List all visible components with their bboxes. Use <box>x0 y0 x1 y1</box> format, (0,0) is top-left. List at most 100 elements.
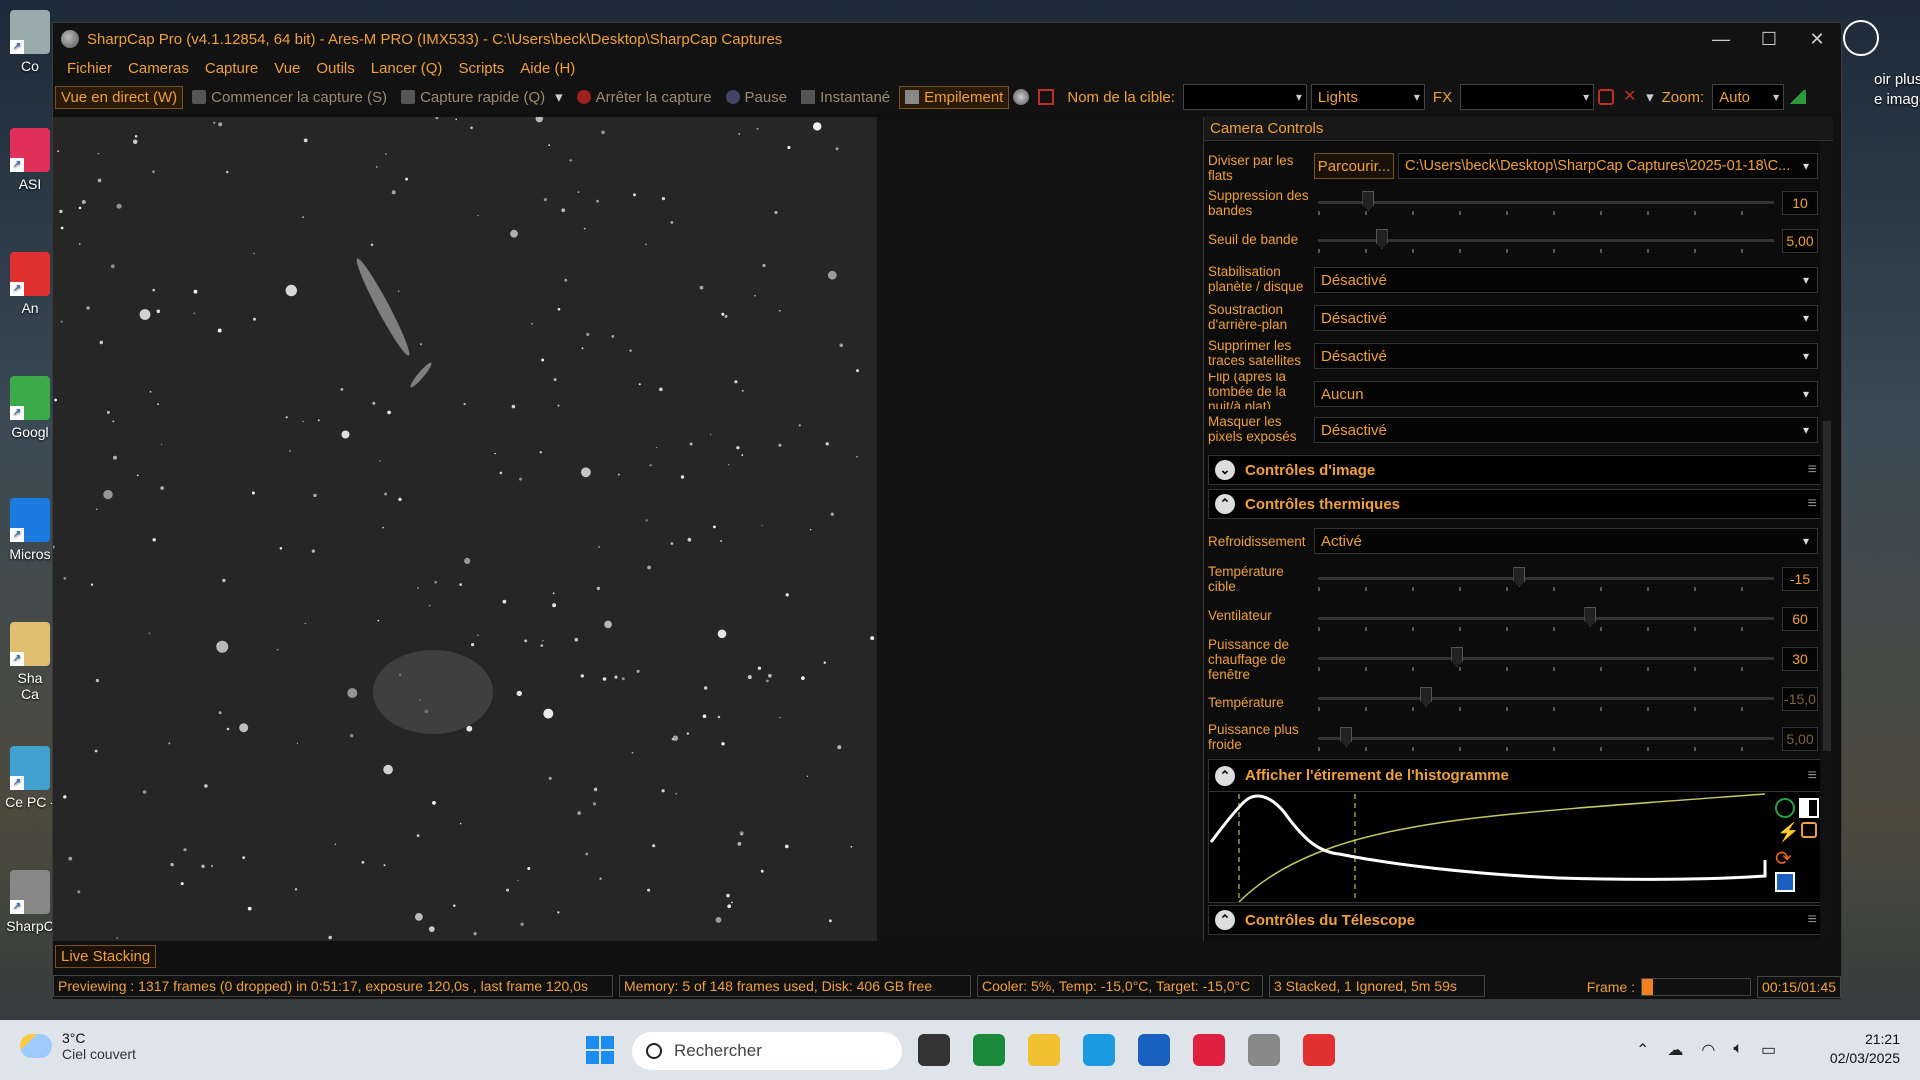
telescope-controls-section[interactable]: ⌃ Contrôles du Télescope ≡ <box>1208 905 1826 935</box>
slider-thumb[interactable] <box>1362 191 1375 211</box>
menu-scripts[interactable]: Scripts <box>458 60 504 77</box>
histogram-mini-icon[interactable] <box>1788 90 1807 104</box>
title-bar[interactable]: SharpCap Pro (v4.1.12854, 64 bit) - Ares… <box>53 23 1841 55</box>
save-icon[interactable] <box>1775 872 1795 892</box>
thermal-controls-section[interactable]: ⌃ Contrôles thermiques ≡ <box>1208 489 1826 519</box>
hot-pixels-combo[interactable]: Désactivé <box>1314 417 1818 443</box>
snapshot-button[interactable]: Instantané <box>796 87 895 108</box>
chevron-up-icon[interactable]: ⌃ <box>1215 494 1235 514</box>
chevron-down-icon[interactable]: ⌄ <box>1215 460 1235 480</box>
power-icon[interactable] <box>1775 798 1795 818</box>
hamburger-icon[interactable]: ≡ <box>1808 495 1817 513</box>
stop-capture-button[interactable]: Arrêter la capture <box>572 87 717 108</box>
speaker-icon[interactable]: 🔈︎ <box>1733 1040 1743 1060</box>
battery-icon[interactable]: ▭ <box>1761 1040 1776 1060</box>
slider-thumb[interactable] <box>1584 607 1597 627</box>
flats-path-combo[interactable]: C:\Users\beck\Desktop\SharpCap Captures\… <box>1398 153 1818 179</box>
band-suppression-slider[interactable] <box>1318 191 1774 217</box>
app-red-icon[interactable] <box>1193 1034 1225 1066</box>
band-threshold-value[interactable]: 5,00 <box>1782 229 1818 253</box>
slider-thumb[interactable] <box>1451 647 1464 667</box>
stacking-button[interactable]: Empilement <box>899 85 1010 109</box>
menu-lancer[interactable]: Lancer (Q) <box>371 60 443 77</box>
live-stacking-button[interactable]: Live Stacking <box>55 945 157 968</box>
background-subtraction-combo[interactable]: Désactivé <box>1314 305 1818 331</box>
panel-scrollbar[interactable] <box>1820 141 1834 941</box>
live-view-button[interactable]: Vue en direct (W) <box>55 85 184 109</box>
app-green-icon[interactable] <box>973 1034 1005 1066</box>
hamburger-icon[interactable]: ≡ <box>1808 461 1817 479</box>
histogram-plot[interactable] <box>1209 792 1769 903</box>
weather-widget[interactable]: 3°C Ciel couvert <box>20 1030 136 1062</box>
desktop-shortcut[interactable]: ↗ Ce PC - <box>0 746 60 810</box>
desktop-shortcut[interactable]: ↗ Sha Ca <box>0 622 60 702</box>
windows-start-icon[interactable] <box>586 1036 614 1064</box>
start-capture-button[interactable]: Commencer la capture (S) <box>187 87 392 108</box>
zoom-combo[interactable]: Auto <box>1712 84 1785 110</box>
fan-slider[interactable] <box>1318 607 1774 633</box>
pause-button[interactable]: Pause <box>721 87 793 108</box>
slider-thumb[interactable] <box>1513 567 1526 587</box>
app-red2-icon[interactable] <box>1303 1034 1335 1066</box>
desktop-shortcut[interactable]: ↗ ASI <box>0 128 60 192</box>
band-threshold-slider[interactable] <box>1318 229 1774 255</box>
chevron-down-icon[interactable]: ▾ <box>555 88 563 106</box>
stabilization-combo[interactable]: Désactivé <box>1314 267 1818 293</box>
heater-value[interactable]: 30 <box>1782 647 1818 671</box>
store-icon[interactable] <box>1138 1034 1170 1066</box>
task-view-icon[interactable] <box>918 1034 950 1066</box>
frame-type-combo[interactable]: Lights <box>1310 84 1425 110</box>
cooling-combo[interactable]: Activé <box>1314 528 1818 554</box>
crosshair-icon[interactable]: ✕ <box>1623 89 1637 105</box>
histogram-display[interactable]: ⚡ ⟳ <box>1208 791 1826 903</box>
hamburger-icon[interactable]: ≡ <box>1808 911 1817 929</box>
lock-icon[interactable] <box>1801 822 1817 838</box>
camera-image-view[interactable] <box>53 117 877 941</box>
desktop-shortcut[interactable]: ↗ Co <box>0 10 60 74</box>
chevron-up-icon[interactable]: ⌃ <box>1215 910 1235 930</box>
contrast-icon[interactable] <box>1799 798 1819 818</box>
target-name-combo[interactable] <box>1182 84 1307 110</box>
menu-capture[interactable]: Capture <box>205 60 258 77</box>
record-icon[interactable] <box>1038 89 1055 105</box>
sharpcap-icon[interactable] <box>1248 1034 1280 1066</box>
menu-aide[interactable]: Aide (H) <box>520 60 575 77</box>
desktop-shortcut[interactable]: ↗ An <box>0 252 60 316</box>
chevron-down-icon[interactable]: ▾ <box>1646 88 1654 106</box>
onedrive-icon[interactable]: ☁ <box>1667 1040 1683 1060</box>
maximize-button[interactable]: ☐ <box>1745 29 1793 50</box>
lightning-icon[interactable]: ⚡ <box>1777 822 1799 843</box>
fx-combo[interactable] <box>1460 84 1595 110</box>
menu-vue[interactable]: Vue <box>274 60 300 77</box>
desktop-shortcut[interactable]: ↗ Googl <box>0 376 60 440</box>
image-controls-section[interactable]: ⌄ Contrôles d'image ≡ <box>1208 455 1826 485</box>
slider-thumb[interactable] <box>1375 229 1388 249</box>
hamburger-icon[interactable]: ≡ <box>1808 767 1817 785</box>
chevron-up-icon[interactable]: ⌃ <box>1215 765 1235 786</box>
flip-combo[interactable]: Aucun <box>1314 381 1818 407</box>
clock[interactable]: 21:21 02/03/2025 <box>1830 1030 1900 1068</box>
menu-fichier[interactable]: Fichier <box>67 60 112 77</box>
chevron-up-icon[interactable]: ⌃ <box>1636 1040 1649 1060</box>
desktop-shortcut[interactable]: ↗ Micros <box>0 498 60 562</box>
fan-value[interactable]: 60 <box>1782 607 1818 631</box>
quick-capture-button[interactable]: Capture rapide (Q) ▾ <box>396 86 568 108</box>
desktop-spotlight-text[interactable]: oir plus sur e image <box>1874 70 1920 110</box>
minimize-button[interactable]: — <box>1697 29 1745 50</box>
taskbar-search[interactable]: Rechercher <box>632 1032 902 1070</box>
satellite-trails-combo[interactable]: Désactivé <box>1314 343 1818 369</box>
menu-cameras[interactable]: Cameras <box>128 60 189 77</box>
user-circle-icon[interactable] <box>1843 20 1879 56</box>
sphere-icon[interactable] <box>1013 89 1030 105</box>
band-suppression-value[interactable]: 10 <box>1782 191 1818 215</box>
wifi-icon[interactable]: ◠ <box>1701 1040 1715 1060</box>
histogram-section[interactable]: ⌃ Afficher l'étirement de l'histogramme … <box>1208 759 1826 791</box>
desktop-shortcut[interactable]: ↗ SharpC <box>0 870 60 934</box>
refresh-icon[interactable]: ⟳ <box>1775 846 1792 871</box>
edge-icon[interactable] <box>1083 1034 1115 1066</box>
target-temp-value[interactable]: -15 <box>1782 567 1818 591</box>
reticle-icon[interactable] <box>1598 89 1615 105</box>
close-button[interactable]: ✕ <box>1793 29 1841 50</box>
scrollbar-thumb[interactable] <box>1823 421 1831 751</box>
file-explorer-icon[interactable] <box>1028 1034 1060 1066</box>
